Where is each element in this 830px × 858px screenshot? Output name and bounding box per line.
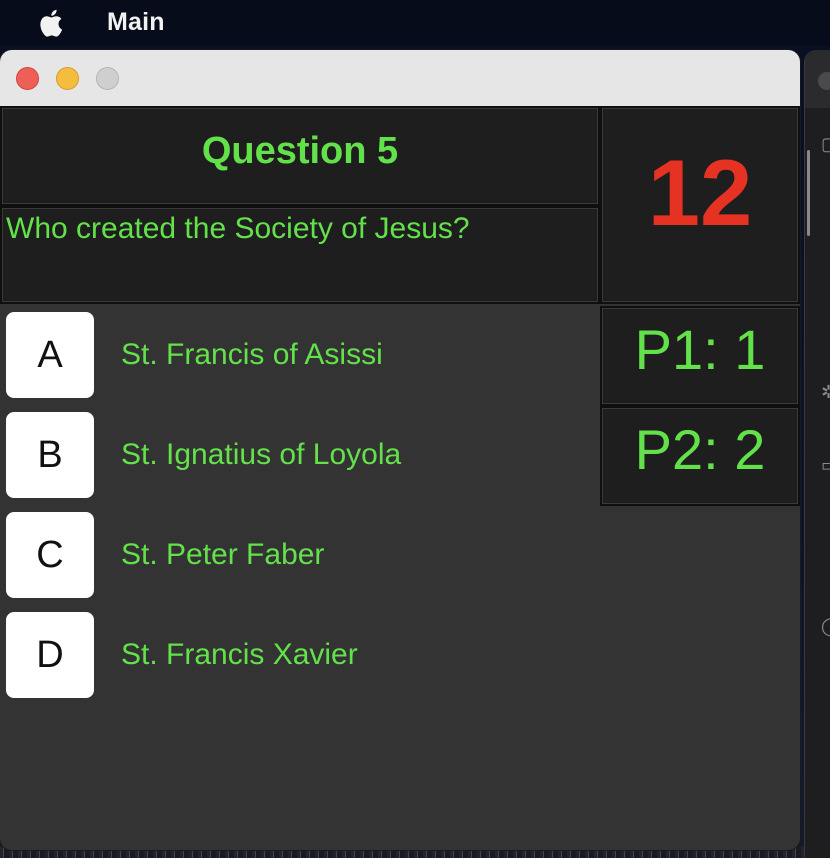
zoom-button[interactable]: [96, 67, 119, 90]
minimize-button[interactable]: [56, 67, 79, 90]
answer-b-text: St. Ignatius of Loyola: [121, 438, 402, 471]
answer-d-button[interactable]: D: [6, 612, 94, 698]
close-button[interactable]: [16, 67, 39, 90]
player1-score-panel: P1: 1: [600, 306, 800, 406]
quiz-window: Question 5 Who created the Society of Je…: [0, 50, 800, 850]
player2-score-panel: P2: 2: [600, 406, 800, 506]
answer-c-button[interactable]: C: [6, 512, 94, 598]
app-name-menu[interactable]: Main: [107, 8, 165, 37]
apple-logo-icon[interactable]: [38, 7, 68, 39]
question-title: Question 5: [201, 130, 399, 172]
answer-a-button[interactable]: A: [6, 312, 94, 398]
doc-icon: ▢: [821, 134, 830, 154]
background-window[interactable]: ▢ ✲ ▭ ◯: [804, 50, 830, 858]
scrollbar[interactable]: [807, 150, 810, 236]
timer-panel: 12: [600, 106, 800, 304]
player1-score: P1: 1: [634, 318, 766, 381]
answer-b-button[interactable]: B: [6, 412, 94, 498]
countdown-timer: 12: [647, 140, 753, 245]
answer-c-text: St. Peter Faber: [121, 538, 325, 571]
answer-d-text: St. Francis Xavier: [121, 638, 358, 671]
answer-a-text: St. Francis of Asissi: [121, 338, 383, 371]
window-titlebar[interactable]: [0, 50, 800, 107]
window-button-icon[interactable]: [818, 72, 830, 90]
layout-icon: ▭: [821, 455, 830, 475]
menu-bar: Main: [0, 0, 830, 46]
gear-icon: ✲: [821, 382, 830, 402]
question-title-panel: Question 5: [0, 106, 600, 206]
info-icon: ◯: [821, 616, 830, 637]
question-text: Who created the Society of Jesus?: [6, 212, 470, 245]
player2-score: P2: 2: [634, 418, 766, 481]
question-text-panel: Who created the Society of Jesus?: [0, 206, 600, 304]
